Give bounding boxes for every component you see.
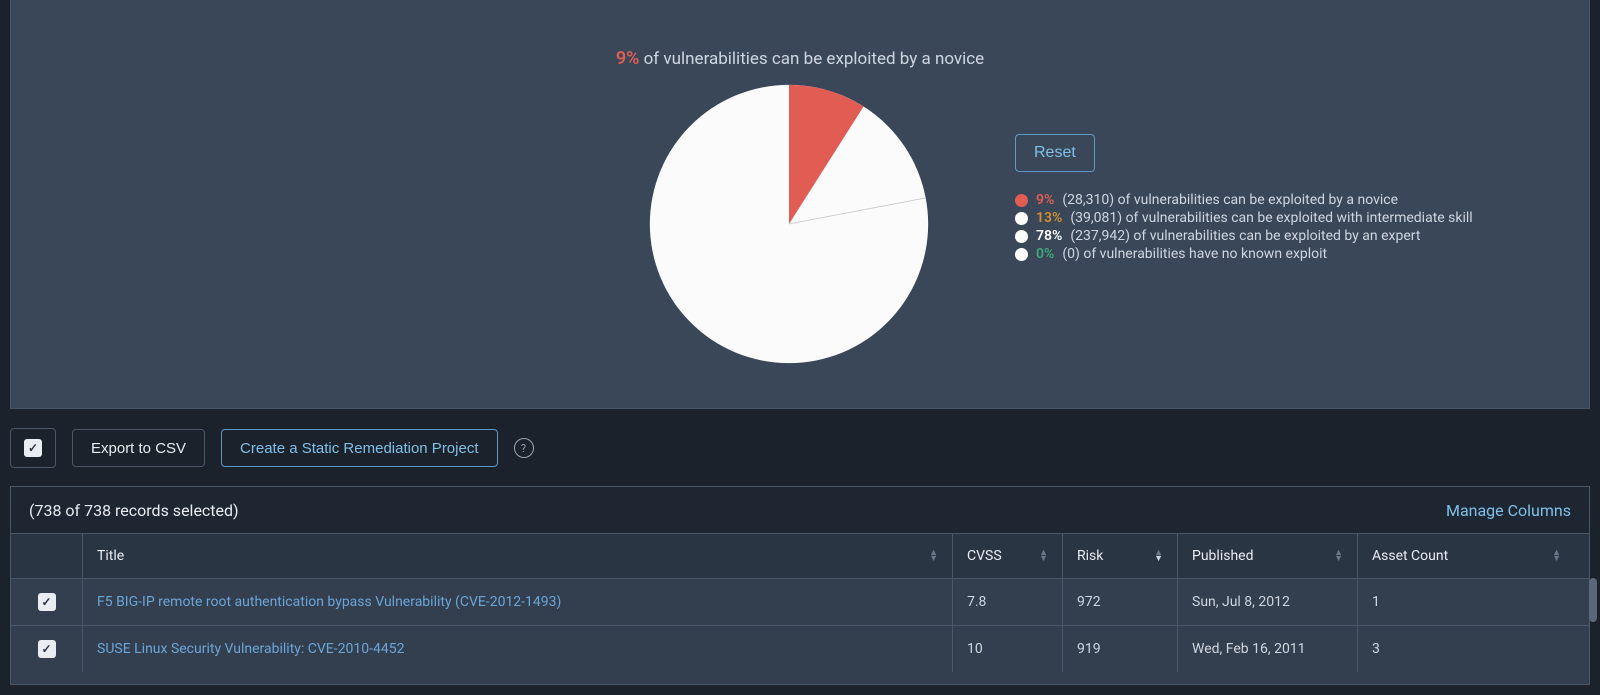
selection-count: (738 of 738 records selected) [29,501,239,520]
legend-pct: 78% [1036,228,1062,244]
table-row[interactable]: ✓ F5 BIG-IP remote root authentication by… [11,578,1589,625]
legend-swatch [1015,194,1028,207]
chart-headline: 9% of vulnerabilities can be exploited b… [11,48,1589,69]
cell-published: Sun, Jul 8, 2012 [1178,579,1358,625]
legend-item[interactable]: 78% (237,942) of vulnerabilities can be … [1015,228,1473,244]
headline-pct: 9% [616,48,640,69]
action-toolbar: ✓ Export to CSV Create a Static Remediat… [10,420,1590,476]
vuln-link[interactable]: F5 BIG-IP remote root authentication byp… [97,594,561,610]
results-table: (738 of 738 records selected) Manage Col… [10,486,1590,685]
cell-risk: 972 [1063,579,1178,625]
table-body: ✓ F5 BIG-IP remote root authentication by… [11,578,1589,684]
vuln-link[interactable]: SUSE Linux Security Vulnerability: CVE-2… [97,641,404,657]
select-all-toggle[interactable]: ✓ [10,428,56,468]
table-row[interactable]: ✓ SUSE Linux Security Vulnerability: CVE-… [11,625,1589,672]
col-header-cvss[interactable]: CVSS▲▼ [953,534,1063,578]
cell-asset-count: 1 [1358,579,1589,625]
legend-text: (28,310) of vulnerabilities can be explo… [1062,192,1398,208]
chart-legend: 9% (28,310) of vulnerabilities can be ex… [1015,192,1473,264]
cell-asset-count: 3 [1358,626,1589,672]
cell-published: Wed, Feb 16, 2011 [1178,626,1358,672]
check-icon: ✓ [38,593,56,611]
col-header-title[interactable]: Title▲▼ [83,534,953,578]
sort-icon: ▲▼ [1552,550,1561,562]
legend-pct: 9% [1036,192,1054,208]
pie-chart[interactable] [647,82,931,366]
legend-swatch [1015,248,1028,261]
legend-pct: 0% [1036,246,1054,262]
create-remediation-button[interactable]: Create a Static Remediation Project [221,429,497,467]
chart-panel: 9% of vulnerabilities can be exploited b… [10,0,1590,409]
col-header-asset-count[interactable]: Asset Count▲▼ [1358,534,1589,578]
row-checkbox[interactable]: ✓ [11,579,83,625]
table-topbar: (738 of 738 records selected) Manage Col… [11,487,1589,533]
sort-icon: ▲▼ [929,550,938,562]
check-icon: ✓ [24,439,42,457]
scrollbar-thumb[interactable] [1589,578,1597,622]
legend-swatch [1015,230,1028,243]
info-icon[interactable]: ? [514,438,534,458]
legend-text: (0) of vulnerabilities have no known exp… [1062,246,1327,262]
legend-item[interactable]: 13% (39,081) of vulnerabilities can be e… [1015,210,1473,226]
row-checkbox[interactable]: ✓ [11,626,83,672]
reset-button[interactable]: Reset [1015,134,1095,172]
sort-icon: ▲▼ [1039,550,1048,562]
cell-title: F5 BIG-IP remote root authentication byp… [83,579,953,625]
legend-text: (39,081) of vulnerabilities can be explo… [1070,210,1472,226]
col-header-risk[interactable]: Risk▲▼ [1063,534,1178,578]
cell-risk: 919 [1063,626,1178,672]
sort-icon: ▲▼ [1334,550,1343,562]
legend-item[interactable]: 9% (28,310) of vulnerabilities can be ex… [1015,192,1473,208]
cell-title: SUSE Linux Security Vulnerability: CVE-2… [83,626,953,672]
table-header-row: Title▲▼ CVSS▲▼ Risk▲▼ Published▲▼ Asset … [11,533,1589,578]
col-header-published[interactable]: Published▲▼ [1178,534,1358,578]
legend-swatch [1015,212,1028,225]
check-icon: ✓ [38,640,56,658]
cell-cvss: 7.8 [953,579,1063,625]
headline-rest: of vulnerabilities can be exploited by a… [639,49,984,69]
legend-item[interactable]: 0% (0) of vulnerabilities have no known … [1015,246,1473,262]
col-header-checkbox [11,534,83,578]
legend-text: (237,942) of vulnerabilities can be expl… [1070,228,1420,244]
legend-pct: 13% [1036,210,1062,226]
export-csv-button[interactable]: Export to CSV [72,429,205,467]
manage-columns-link[interactable]: Manage Columns [1446,501,1571,520]
cell-cvss: 10 [953,626,1063,672]
sort-icon: ▲▼ [1154,550,1163,562]
